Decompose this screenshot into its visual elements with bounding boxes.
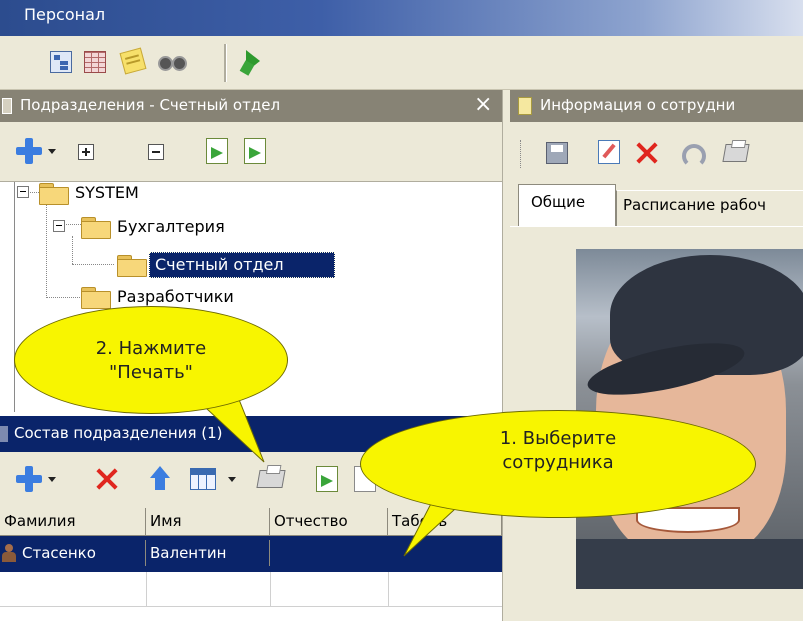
employee-info-toolbar: [510, 122, 803, 182]
document-icon: [518, 97, 532, 115]
import-icon[interactable]: [206, 138, 228, 164]
tree-node-system[interactable]: SYSTEM: [15, 182, 215, 206]
add-icon[interactable]: [16, 138, 42, 164]
tree-node-accounting[interactable]: Бухгалтерия: [15, 216, 275, 240]
grid-view-icon[interactable]: [84, 51, 106, 73]
tree-node-counting-dept[interactable]: Счетный отдел: [15, 252, 355, 278]
grid-panel-icon: [0, 426, 8, 442]
tree-node-label: Бухгалтерия: [117, 217, 225, 236]
folder-icon: [81, 217, 111, 239]
print-icon[interactable]: [256, 465, 286, 488]
callout-select-text: 1. Выберите сотрудника: [499, 428, 617, 473]
delete-icon[interactable]: [634, 140, 660, 166]
staff-grid: Фамилия Имя Отчество Табель Стасенко Вал…: [0, 508, 502, 621]
tree-node-label: SYSTEM: [75, 183, 139, 202]
window-title: Персонал: [24, 5, 106, 24]
add-icon[interactable]: [16, 466, 42, 492]
column-header-patronymic[interactable]: Отчество: [270, 508, 388, 536]
export-icon[interactable]: [316, 466, 338, 492]
close-icon[interactable]: ×: [474, 92, 492, 117]
save-icon[interactable]: [546, 142, 568, 164]
chevron-down-icon[interactable]: [48, 477, 56, 482]
tab-general[interactable]: Общие: [518, 184, 616, 227]
delete-icon[interactable]: [94, 466, 120, 492]
tree-view-icon[interactable]: [50, 51, 72, 73]
collapse-node-icon[interactable]: [53, 220, 65, 232]
folder-icon: [117, 255, 147, 277]
employee-info-panel-header: Информация о сотрудни: [510, 90, 803, 122]
empty-row: [0, 572, 502, 607]
window-title-bar: Персонал: [0, 0, 803, 36]
move-up-icon[interactable]: [148, 466, 172, 492]
chevron-down-icon[interactable]: [48, 149, 56, 154]
export-icon[interactable]: [244, 138, 266, 164]
callout-print-text: 2. Нажмите "Печать": [95, 338, 207, 383]
departments-panel-header: Подразделения - Счетный отдел ×: [0, 90, 502, 122]
table-row[interactable]: Стасенко Валентин: [0, 536, 502, 572]
callout-select-hint: 1. Выберите сотрудника: [360, 410, 756, 518]
departments-panel-title: Подразделения - Счетный отдел: [20, 96, 281, 114]
callout-print-hint: 2. Нажмите "Печать": [14, 306, 288, 414]
tab-label: Общие: [531, 193, 586, 211]
columns-icon[interactable]: [190, 468, 216, 490]
tree-node-label: Счетный отдел: [155, 255, 284, 274]
collapse-node-icon[interactable]: [17, 186, 29, 198]
run-icon[interactable]: [239, 48, 266, 76]
tab-label: Расписание рабоч: [623, 196, 767, 214]
print-icon[interactable]: [722, 140, 750, 162]
column-header-first-name[interactable]: Имя: [146, 508, 270, 536]
panel-icon: [2, 98, 12, 114]
tab-schedule[interactable]: Расписание рабоч: [616, 190, 803, 227]
folder-icon: [39, 183, 69, 205]
main-toolbar: [0, 36, 803, 90]
vertical-splitter[interactable]: [502, 90, 510, 621]
undo-icon[interactable]: [678, 142, 706, 168]
edit-icon[interactable]: [598, 140, 620, 164]
binoculars-icon[interactable]: [158, 54, 187, 71]
notes-icon[interactable]: [119, 47, 147, 75]
folder-icon: [81, 287, 111, 309]
expand-all-icon[interactable]: [78, 144, 94, 160]
departments-toolbar: [0, 122, 502, 182]
cell-first-name: Валентин: [146, 540, 270, 566]
staff-panel-title: Состав подразделения (1): [14, 424, 223, 442]
column-header-last-name[interactable]: Фамилия: [0, 508, 146, 536]
collapse-all-icon[interactable]: [148, 144, 164, 160]
chevron-down-icon[interactable]: [228, 477, 236, 482]
employee-info-panel-title: Информация о сотрудни: [540, 96, 736, 114]
employee-info-tabs: Общие Расписание рабоч: [510, 182, 803, 227]
tree-node-label: Разработчики: [117, 287, 234, 306]
employee-icon: [2, 544, 16, 562]
cell-last-name: Стасенко: [18, 540, 146, 566]
